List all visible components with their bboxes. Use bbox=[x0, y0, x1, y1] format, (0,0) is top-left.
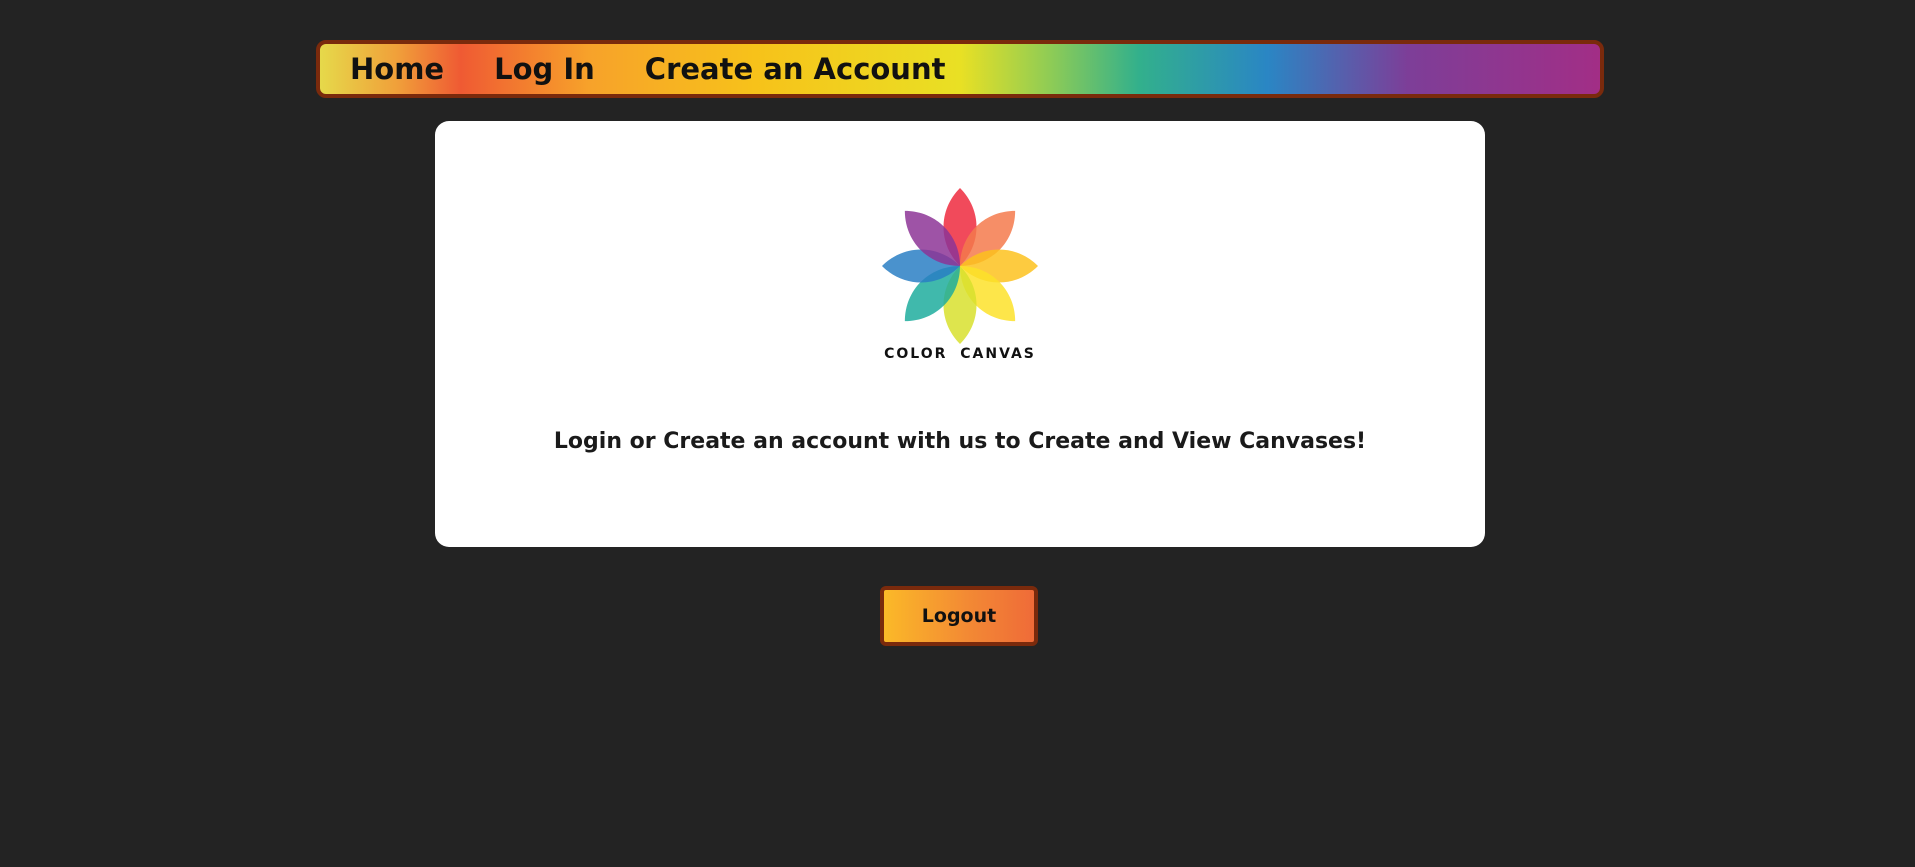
welcome-message: Login or Create an account with us to Cr… bbox=[553, 429, 1367, 454]
main-card: COLOR CANVAS Login or Create an account … bbox=[435, 121, 1485, 547]
navbar: Home Log In Create an Account bbox=[316, 40, 1604, 98]
nav-home-link[interactable]: Home bbox=[350, 52, 444, 86]
logout-button[interactable]: Logout bbox=[880, 586, 1038, 646]
flower-logo-icon bbox=[882, 188, 1038, 344]
nav-create-account-link[interactable]: Create an Account bbox=[645, 52, 946, 86]
logo-text: COLOR CANVAS bbox=[884, 346, 1036, 362]
nav-login-link[interactable]: Log In bbox=[494, 52, 595, 86]
